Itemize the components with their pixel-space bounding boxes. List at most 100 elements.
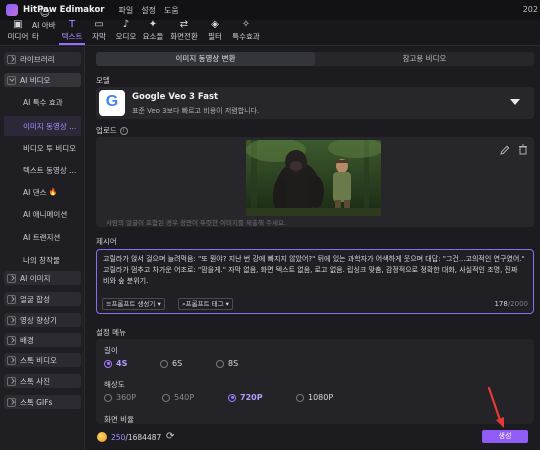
menu-file[interactable]: 파일 <box>119 5 134 16</box>
sidebar-sub-ai-dance[interactable]: AI 댄스 🔥 <box>4 182 81 202</box>
prompt-generator-button[interactable]: ≡프롬프트 생성기 ▾ <box>102 298 165 310</box>
generate-button[interactable]: 생성 <box>482 430 528 443</box>
resolution-option[interactable]: 540P <box>162 393 194 402</box>
radio-label: 8S <box>228 359 239 368</box>
toolbar-tab-subtitle[interactable]: ▭ 자막 <box>86 19 112 45</box>
sidebar-item-library[interactable]: 라이브러리 <box>4 52 81 66</box>
sidebar-sub-label: AI 댄스 <box>23 187 47 197</box>
model-label: 모델 <box>96 76 110 85</box>
sidebar-item-label: AI 이미지 <box>20 273 51 283</box>
sidebar-item-label: 스톡 사진 <box>20 376 50 386</box>
dropdown-caret-icon[interactable] <box>510 99 520 105</box>
length-option[interactable]: 8S <box>216 359 238 368</box>
credits-total: /1684487 <box>125 433 162 442</box>
sidebar-sub-video-to-video[interactable]: 비디오 투 비디오 <box>4 138 81 158</box>
toolbar-tab-label: 텍스트 <box>61 32 83 41</box>
prompt-text[interactable]: 고릴라가 앉서 걸으며 늘려먹음: "또 뭔야? 지난 번 강에 빠지지 않았어… <box>103 254 525 287</box>
sidebar-item-face-swap[interactable]: 얼굴 합성 <box>4 292 81 306</box>
filter-icon: ◈ <box>211 19 219 30</box>
prompt-label: 제시어 <box>96 237 117 246</box>
tab-reference-video[interactable]: 참고용 비디오 <box>315 52 534 66</box>
text-icon: T <box>68 19 76 30</box>
upload-label: 업로드 i <box>96 125 128 136</box>
chevron-right-icon <box>7 273 16 283</box>
toolbar-tab-elements[interactable]: ✦ 요소들 <box>140 19 166 45</box>
radio-button[interactable] <box>216 359 224 368</box>
length-label: 길이 <box>104 346 118 355</box>
resolution-option[interactable]: 1080P <box>296 393 333 402</box>
info-icon[interactable]: i <box>119 127 128 135</box>
sidebar-sub-my-creations[interactable]: 나의 창작물 <box>4 250 81 270</box>
prompt-textarea[interactable]: 고릴라가 앉서 걸으며 늘려먹음: "또 뭔야? 지난 번 강에 빠지지 않았어… <box>96 249 534 314</box>
sidebar-item-ai-image[interactable]: AI 이미지 <box>4 271 81 285</box>
trash-icon[interactable] <box>518 144 528 155</box>
effects-icon: ✧ <box>241 19 251 30</box>
refresh-icon[interactable]: ⟳ <box>166 431 174 442</box>
google-logo-letter: G <box>105 93 119 110</box>
app-window: HitPaw Edimakor 파일 설정 도움 202 ▣ 미디어 ☺ AI 아바타… <box>0 0 540 450</box>
menu-help[interactable]: 도움 <box>164 5 179 16</box>
toolbar-tab-text[interactable]: T 텍스트 <box>59 19 85 45</box>
settings-label: 설정 메뉴 <box>96 328 126 337</box>
menu-settings[interactable]: 설정 <box>141 5 156 16</box>
chevron-right-icon <box>7 54 16 64</box>
toolbar-tab-ai-avatar[interactable]: ☺ AI 아바타 <box>32 9 58 45</box>
edit-icon[interactable] <box>500 145 510 155</box>
chevron-right-icon <box>7 355 16 365</box>
sidebar-item-stock-video[interactable]: 스톡 비디오 <box>4 353 81 367</box>
elements-icon: ✦ <box>148 19 158 30</box>
sidebar-sub-ai-transition[interactable]: AI 트랜지션 <box>4 227 81 247</box>
radio-button[interactable] <box>296 393 304 402</box>
credits: 250/1684487 <box>111 433 161 442</box>
radio-button[interactable] <box>160 359 168 368</box>
chevron-right-icon <box>7 315 16 325</box>
radio-button[interactable] <box>162 393 170 402</box>
radio-label: 1080P <box>308 393 334 402</box>
sidebar-item-label: 얼굴 합성 <box>20 294 50 304</box>
subtitle-icon: ▭ <box>94 19 104 30</box>
toolbar-tab-label: 특수효과 <box>232 32 260 41</box>
sidebar-item-video-enhancer[interactable]: 영상 향상기 <box>4 313 81 327</box>
upload-area[interactable]: 사람의 얼굴이 포함된 경우 정면이 뚜렷한 이미지를 제출해 주세요. <box>96 137 534 227</box>
length-option[interactable]: 6S <box>160 359 182 368</box>
toolbar-tab-effects[interactable]: ✧ 특수효과 <box>229 19 263 45</box>
sidebar-item-label: 영상 향상기 <box>20 315 57 325</box>
main-toolbar: ▣ 미디어 ☺ AI 아바타 T 텍스트 ▭ 자막 ♪ 오디오 ✦ 요소들 ⇄ 화면전환 ◈ 필터 ✧ 특수효과 <box>0 9 540 46</box>
ai-avatar-icon: ☺ <box>39 8 51 19</box>
toolbar-tab-transition[interactable]: ⇄ 화면전환 <box>167 19 201 45</box>
model-selector[interactable]: G Google Veo 3 Fast 표준 Veo 3보다 빠르고 비용이 저… <box>96 87 534 119</box>
fire-icon: 🔥 <box>48 188 58 196</box>
sidebar-sub-text-to-video[interactable]: 텍스트 동영상 ... <box>4 160 81 180</box>
app-logo <box>6 4 18 16</box>
sidebar-item-background[interactable]: 배경 <box>4 333 81 347</box>
sidebar-item-stock-photo[interactable]: 스톡 사진 <box>4 374 81 388</box>
toolbar-tab-label: AI 아바타 <box>32 21 56 41</box>
radio-button[interactable] <box>228 393 236 402</box>
radio-button[interactable] <box>104 359 112 368</box>
sidebar-item-stock-gifs[interactable]: 스톡 GIFs <box>4 395 81 409</box>
sidebar-sub-ai-effects[interactable]: AI 특수 효과 <box>4 92 81 112</box>
radio-label: 4S <box>116 359 128 368</box>
resolution-option[interactable]: 720P <box>228 393 263 402</box>
transition-icon: ⇄ <box>179 19 189 30</box>
chevron-right-icon <box>7 335 16 345</box>
toolbar-tab-filter[interactable]: ◈ 필터 <box>202 19 228 45</box>
prompt-tag-button[interactable]: ⌕프롬프트 태그 ▾ <box>178 298 233 310</box>
tab-image-to-video[interactable]: 이미지 동영상 변환 <box>96 52 315 66</box>
toolbar-tab-label: 화면전환 <box>170 32 198 41</box>
toolbar-tab-media[interactable]: ▣ 미디어 <box>5 20 31 45</box>
length-option[interactable]: 4S <box>104 359 127 368</box>
resolution-label: 해상도 <box>104 380 125 389</box>
upload-hint: 사람의 얼굴이 포함된 경우 정면이 뚜렷한 이미지를 제출해 주세요. <box>106 219 287 227</box>
radio-button[interactable] <box>104 393 112 402</box>
sidebar-sub-image-to-video[interactable]: 이미지 동영상 ... <box>4 116 81 136</box>
title-right-text: 202 <box>522 5 538 14</box>
sidebar-item-label: 라이브러리 <box>20 54 55 64</box>
resolution-option[interactable]: 360P <box>104 393 136 402</box>
toolbar-tab-audio[interactable]: ♪ 오디오 <box>113 20 139 45</box>
upload-label-text: 업로드 <box>96 126 117 135</box>
sidebar-sub-ai-animation[interactable]: AI 애니메이션 <box>4 204 81 224</box>
sidebar: 라이브러리 AI 비디오 AI 특수 효과 이미지 동영상 ... 비디오 투 … <box>0 47 85 450</box>
aspect-ratio-label: 화면 비율 <box>104 415 134 424</box>
sidebar-item-ai-video[interactable]: AI 비디오 <box>4 73 81 87</box>
